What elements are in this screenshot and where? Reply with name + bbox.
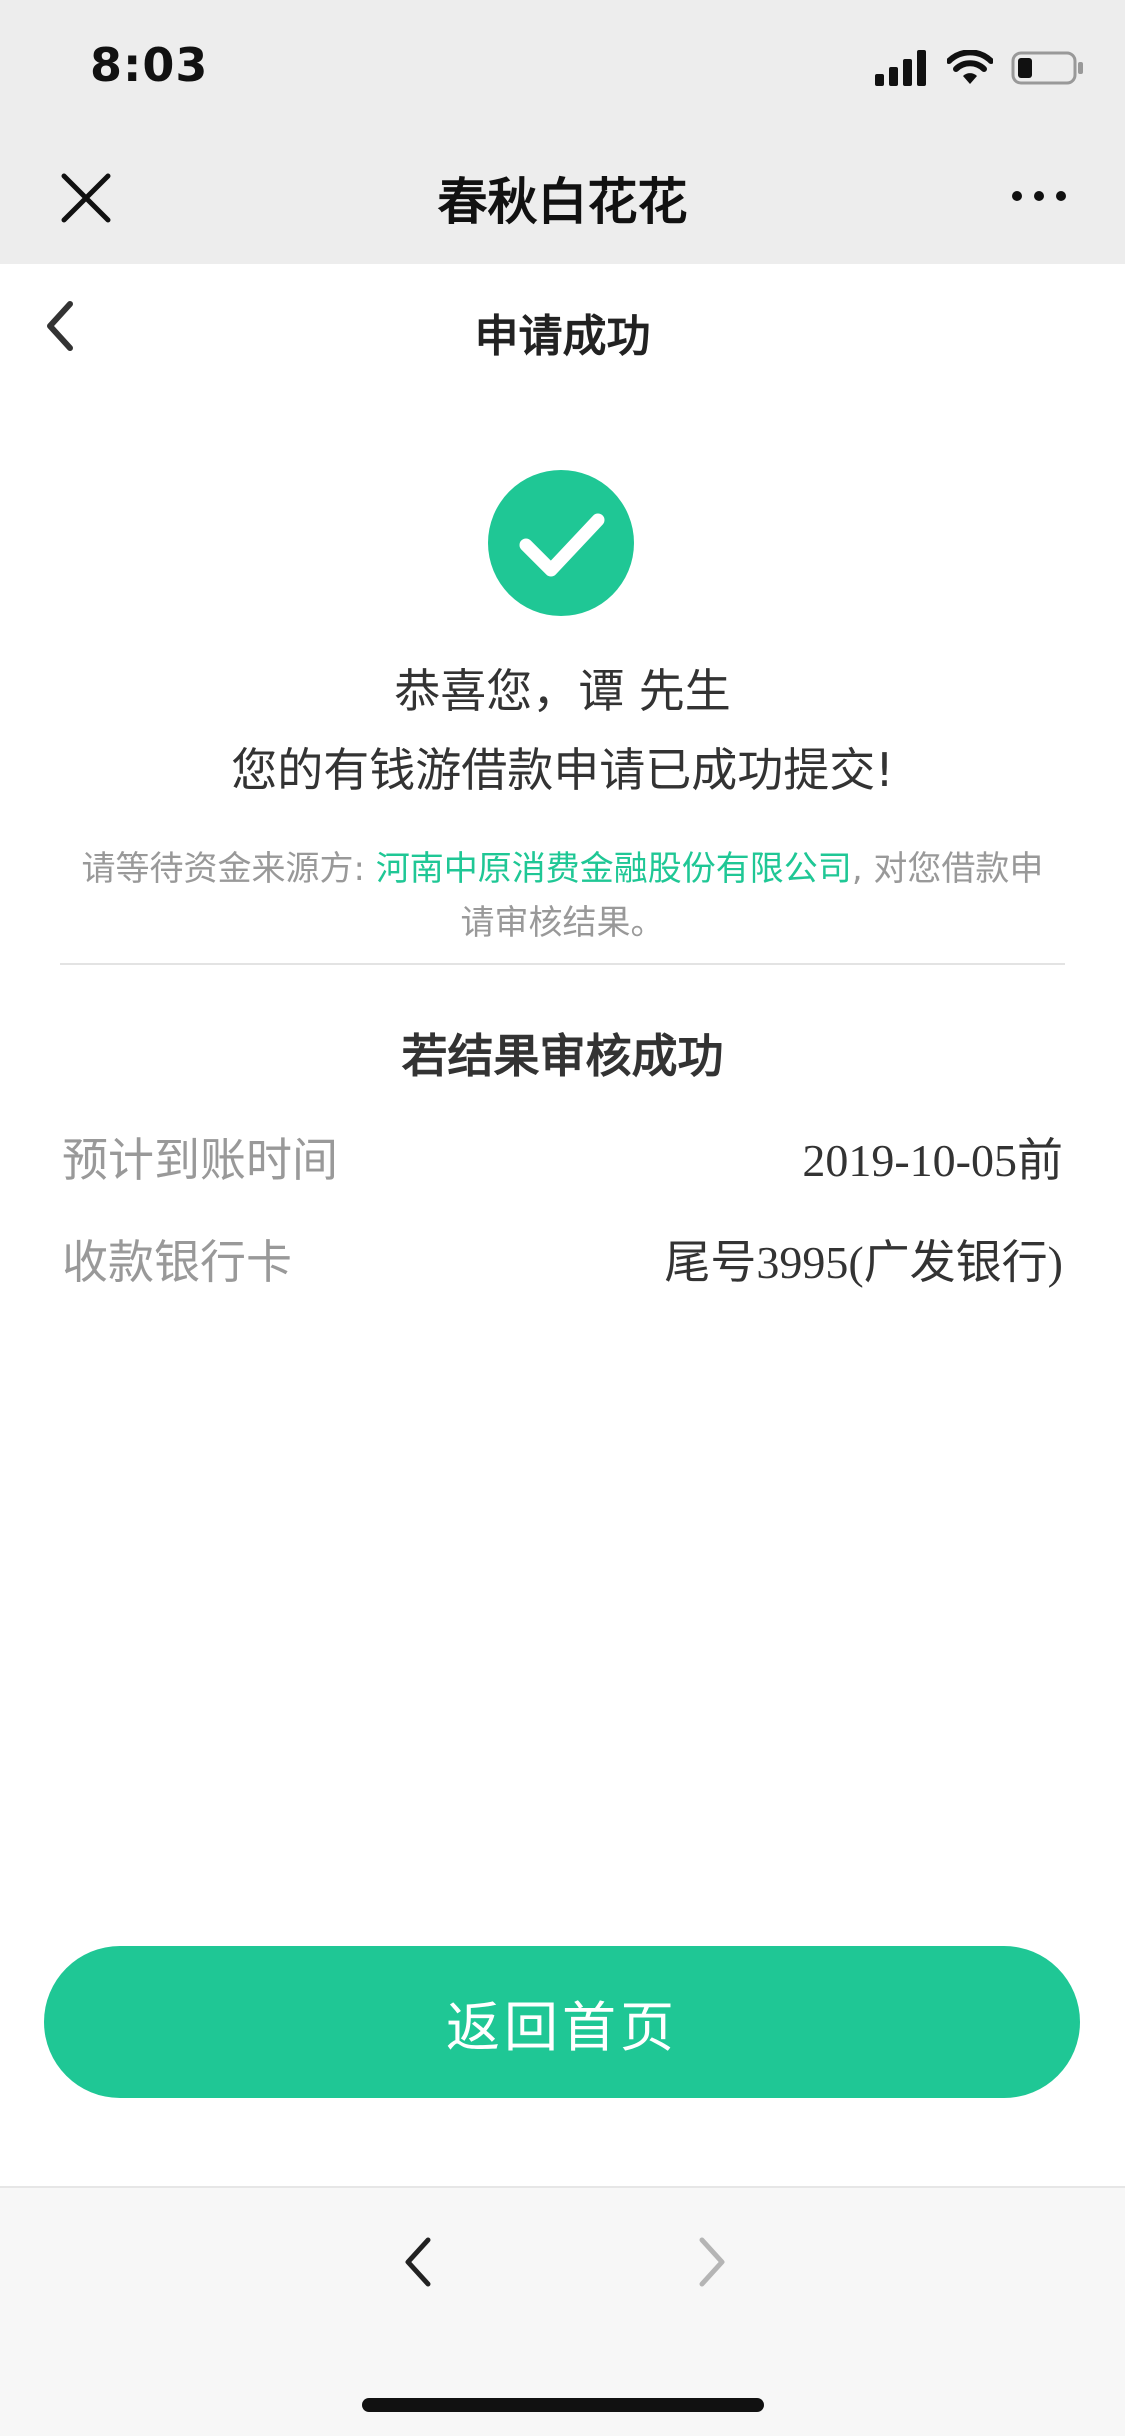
result-title: 若结果审核成功 <box>401 1029 724 1083</box>
check-circle-icon <box>488 470 634 616</box>
divider <box>60 963 1065 965</box>
funding-company: 河南中原消费金融股份有限公司 <box>375 849 852 889</box>
return-home-button[interactable]: 返回首页 <box>44 1946 1080 2098</box>
submitted-message: 您的有钱游借款申请已成功提交! <box>231 743 894 797</box>
review-notice: 请等待资金来源方: 河南中原消费金融股份有限公司, 对您借款申请审核结果。 <box>70 842 1055 950</box>
arrival-time-value: 2019-10-05前 <box>802 1135 1063 1186</box>
status-time: 8:03 <box>90 38 209 92</box>
status-icons <box>875 46 1085 90</box>
signal-icon <box>875 50 926 86</box>
battery-icon <box>1011 51 1083 85</box>
notice-prefix: 请等待资金来源方: <box>81 849 376 889</box>
wifi-icon <box>947 50 993 84</box>
toolbar-back-icon[interactable] <box>396 2232 440 2292</box>
arrival-time-label: 预计到账时间 <box>62 1133 338 1187</box>
toolbar-forward-icon[interactable] <box>690 2232 734 2292</box>
greeting-line: 恭喜您，谭 先生 <box>394 664 731 718</box>
bank-card-value: 尾号3995(广发银行) <box>664 1237 1063 1288</box>
more-icon[interactable] <box>1009 186 1069 206</box>
home-indicator <box>362 2398 764 2412</box>
bank-card-label: 收款银行卡 <box>62 1235 292 1289</box>
nav-title: 春秋白花花 <box>437 173 688 231</box>
page-title: 申请成功 <box>474 311 651 362</box>
